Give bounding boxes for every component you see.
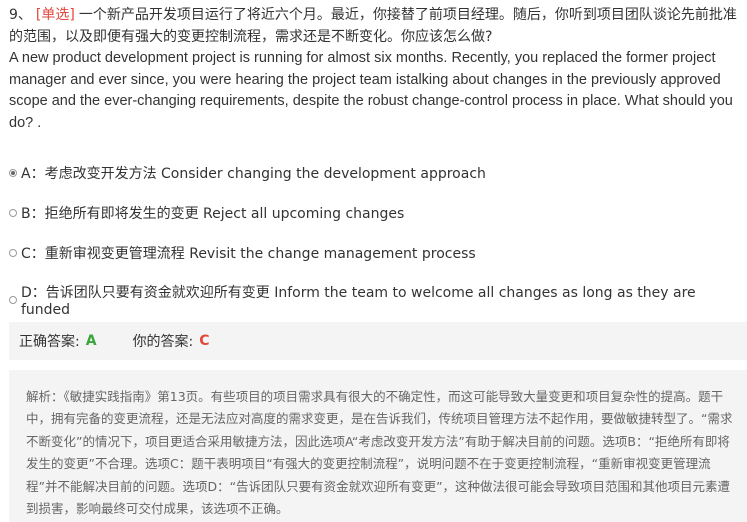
your-answer-value: C [199,333,210,349]
radio-icon[interactable] [9,209,17,217]
question-type-tag: [单选] [35,7,75,23]
question-number: 9、 [9,7,32,23]
radio-icon[interactable] [9,296,17,304]
radio-selected-icon[interactable] [9,169,17,177]
option-d[interactable]: D：告诉团队只要有资金就欢迎所有变更 Inform the team to we… [9,282,747,318]
question-text-cn: 一个新产品开发项目运行了将近六个月。最近，你接替了前项目经理。随后，你听到项目团… [9,7,737,45]
option-b[interactable]: B：拒绝所有即将发生的变更 Reject all upcoming change… [9,203,404,223]
analysis-panel: 解析：《敏捷实践指南》第13页。有些项目的项目需求具有很大的不确定性，而这可能导… [9,370,747,522]
question-text-en: A new product development project is run… [9,50,733,131]
option-c-label: C：重新审视变更管理流程 Revisit the change manageme… [21,246,476,262]
radio-icon[interactable] [9,249,17,257]
option-a-label: A：考虑改变开发方法 Consider changing the develop… [21,166,486,182]
option-a[interactable]: A：考虑改变开发方法 Consider changing the develop… [9,163,486,183]
correct-answer-label: 正确答案: [19,334,80,350]
your-answer-label: 你的答案: [132,334,194,350]
correct-answer-value: A [85,333,97,349]
analysis-text: 解析：《敏捷实践指南》第13页。有些项目的项目需求具有很大的不确定性，而这可能导… [26,389,733,517]
answer-bar: 正确答案: A 你的答案: C [9,322,747,360]
option-d-label: D：告诉团队只要有资金就欢迎所有变更 Inform the team to we… [20,285,696,318]
question-block: 9、 [单选] 一个新产品开发项目运行了将近六个月。最近，你接替了前项目经理。随后，… [9,5,741,134]
option-b-label: B：拒绝所有即将发生的变更 Reject all upcoming change… [21,206,405,222]
option-c[interactable]: C：重新审视变更管理流程 Revisit the change manageme… [9,243,476,263]
question-page: 9、 [单选] 一个新产品开发项目运行了将近六个月。最近，你接替了前项目经理。随后，… [0,0,747,522]
